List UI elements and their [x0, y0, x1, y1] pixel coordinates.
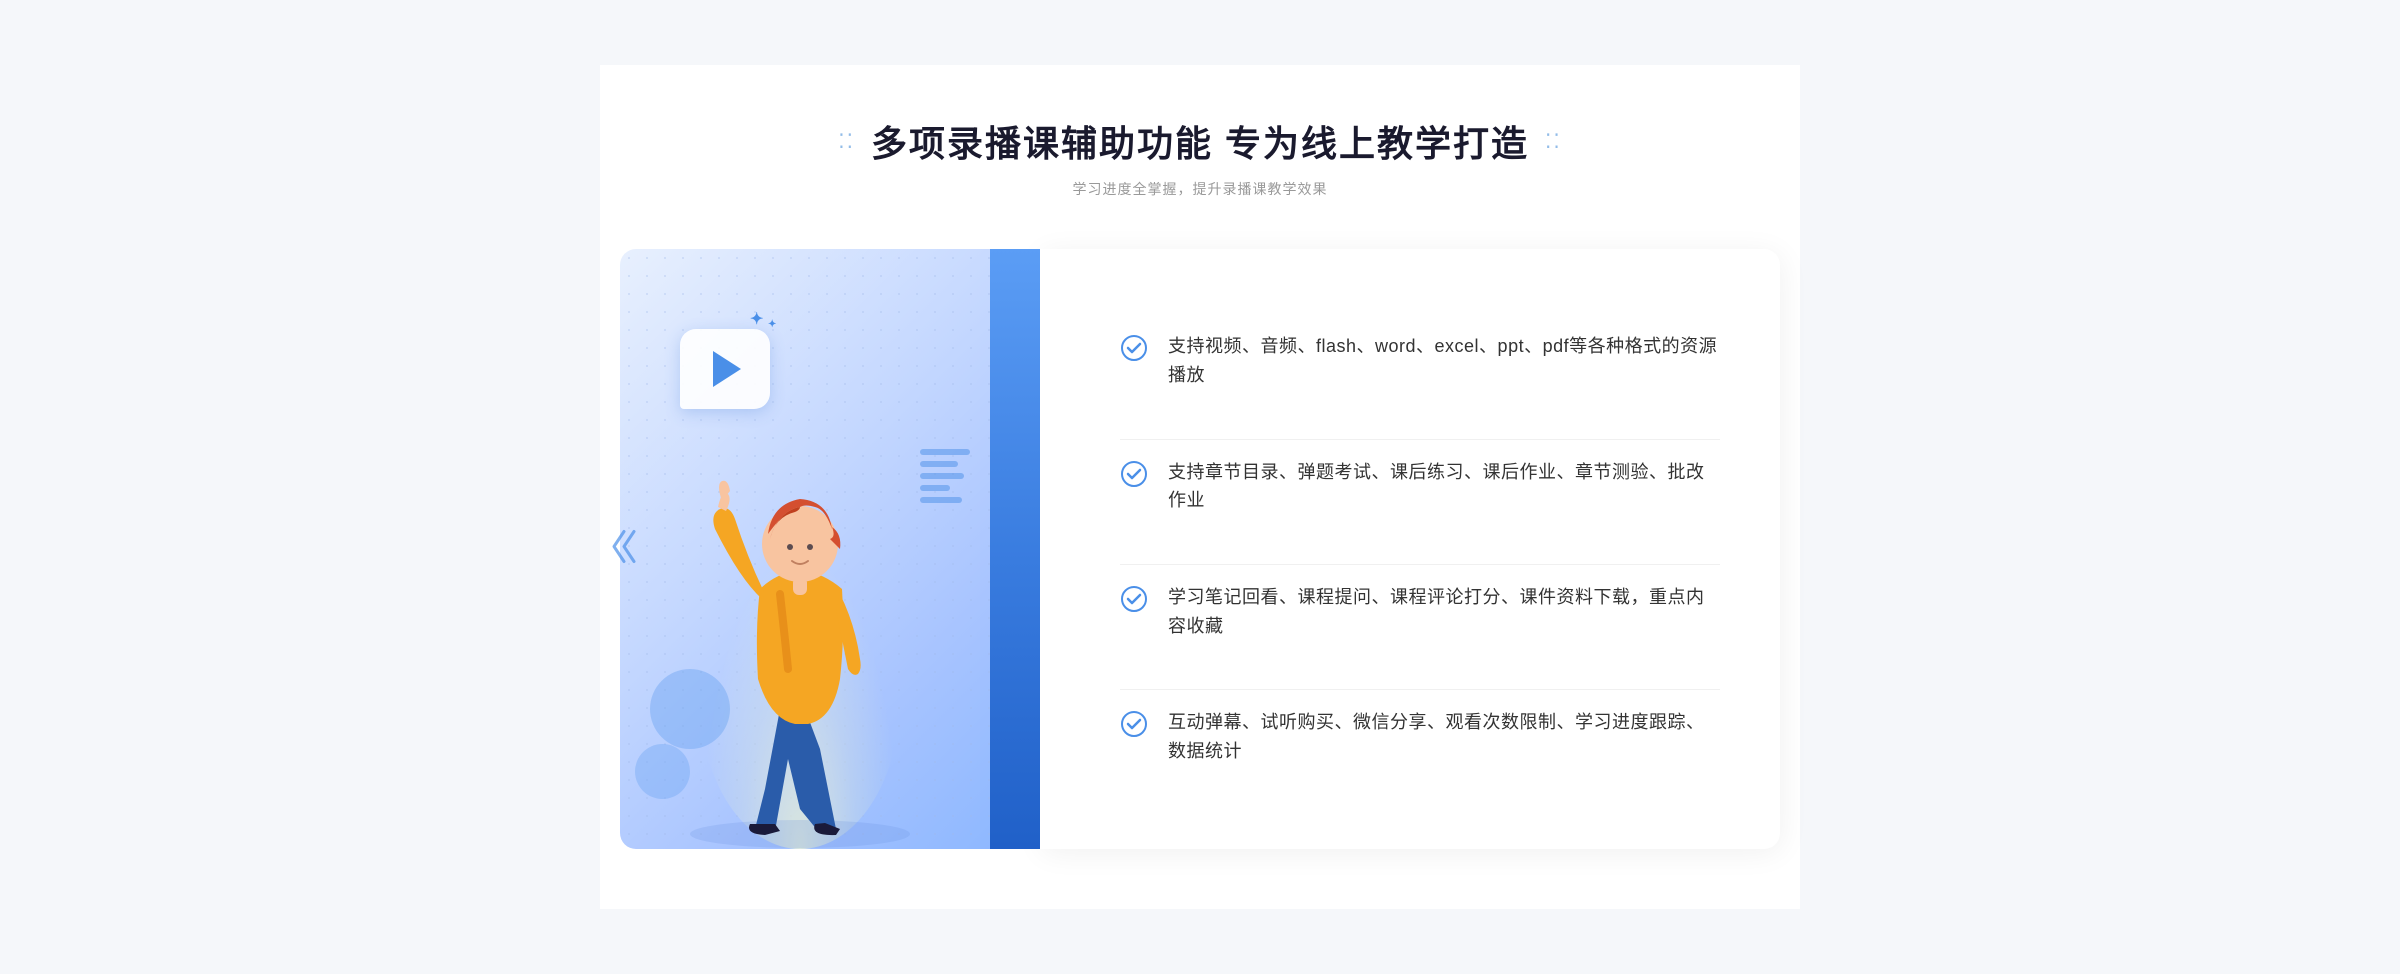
feature-text-3: 学习笔记回看、课程提问、课程评论打分、课件资料下载，重点内容收藏: [1168, 583, 1720, 641]
sparkle-icon-2: ✦: [768, 319, 776, 330]
check-icon-4: [1120, 710, 1148, 738]
header-title-row: ⁚⁚ 多项录播课辅助功能 专为线上教学打造 ⁚⁚: [620, 115, 1780, 167]
check-icon-1: [1120, 334, 1148, 362]
feature-item-2: 支持章节目录、弹题考试、课后练习、课后作业、章节测验、批改作业: [1120, 439, 1720, 534]
dots-right-icon: ⁚⁚: [1545, 129, 1562, 154]
left-illustration-panel: ✦ ✦: [620, 249, 1040, 849]
header-section: ⁚⁚ 多项录播课辅助功能 专为线上教学打造 ⁚⁚ 学习进度全掌握，提升录播课教学…: [620, 115, 1780, 199]
check-icon-2: [1120, 460, 1148, 488]
page-title: 多项录播课辅助功能 专为线上教学打造: [871, 115, 1529, 167]
deco-circle-small: [635, 744, 690, 799]
sparkle-icon-1: ✦: [750, 309, 763, 329]
features-panel: 支持视频、音频、flash、word、excel、ppt、pdf等各种格式的资源…: [1040, 249, 1780, 849]
main-content: ✦ ✦: [620, 249, 1780, 849]
gradient-bar: [990, 249, 1040, 849]
feature-text-2: 支持章节目录、弹题考试、课后练习、课后作业、章节测验、批改作业: [1168, 458, 1720, 516]
feature-text-1: 支持视频、音频、flash、word、excel、ppt、pdf等各种格式的资源…: [1168, 332, 1720, 390]
feature-item-3: 学习笔记回看、课程提问、课程评论打分、课件资料下载，重点内容收藏: [1120, 564, 1720, 659]
page-subtitle: 学习进度全掌握，提升录播课教学效果: [620, 179, 1780, 199]
dots-left-icon: ⁚⁚: [838, 129, 855, 154]
check-icon-3: [1120, 585, 1148, 613]
page-wrapper: ⁚⁚ 多项录播课辅助功能 专为线上教学打造 ⁚⁚ 学习进度全掌握，提升录播课教学…: [600, 65, 1800, 909]
feature-item-4: 互动弹幕、试听购买、微信分享、观看次数限制、学习进度跟踪、数据统计: [1120, 689, 1720, 784]
chevron-decoration: [610, 527, 640, 572]
feature-text-4: 互动弹幕、试听购买、微信分享、观看次数限制、学习进度跟踪、数据统计: [1168, 708, 1720, 766]
feature-item-1: 支持视频、音频、flash、word、excel、ppt、pdf等各种格式的资源…: [1120, 314, 1720, 408]
